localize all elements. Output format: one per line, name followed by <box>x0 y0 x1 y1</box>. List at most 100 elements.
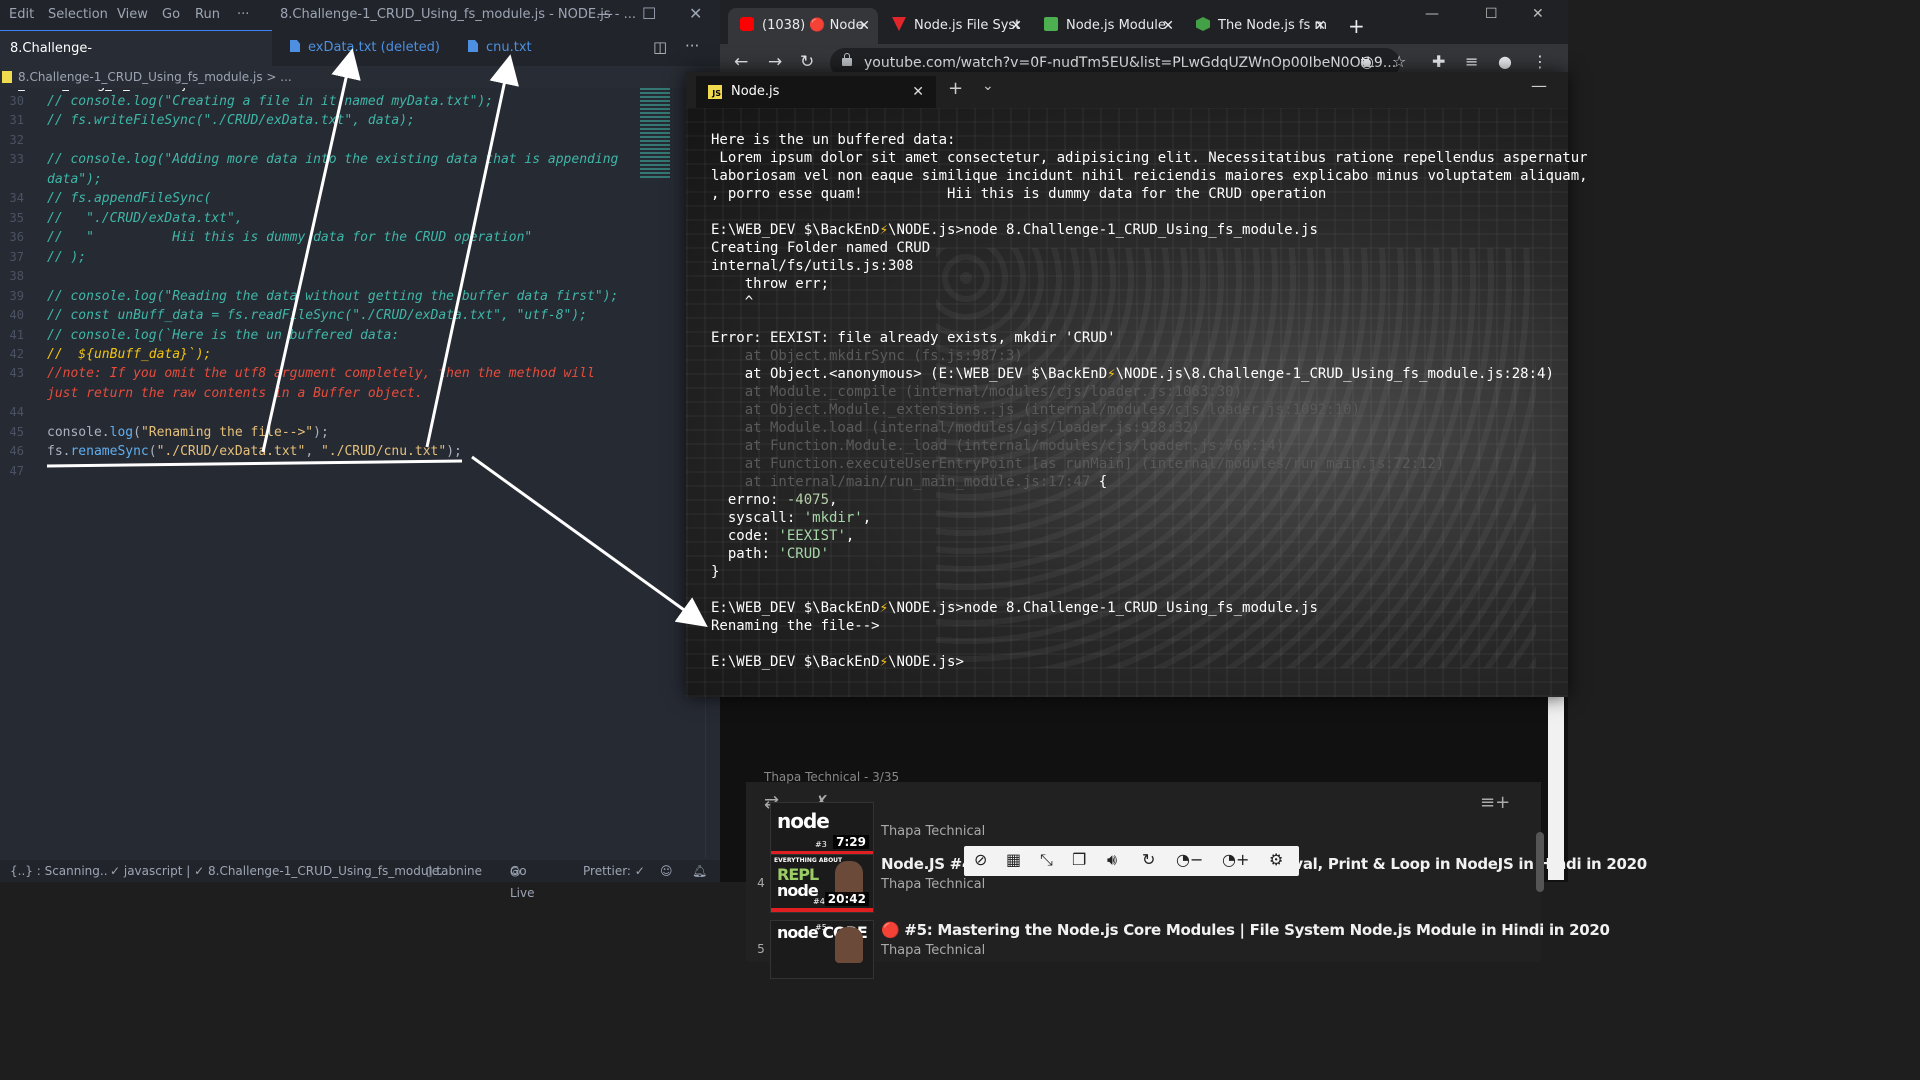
terminal-tab-label: Node.js <box>731 84 780 99</box>
terminal-line: E:\WEB_DEV $\BackEnD⚡\NODE.js> <box>711 654 964 670</box>
tab-exdata[interactable]: exData.txt (deleted) <box>280 30 450 66</box>
page-scrollbar[interactable] <box>1548 690 1564 880</box>
menu-run[interactable]: Run <box>195 7 220 22</box>
repeat-icon[interactable]: ↻ <box>1142 850 1155 869</box>
code-line[interactable]: // console.log("Reading the data without… <box>47 289 618 304</box>
code-line[interactable]: // fs.writeFileSync("./CRUD/exData.txt",… <box>47 113 415 128</box>
settings-icon[interactable]: ⚙ <box>1269 850 1283 869</box>
code-token: "./CRUD/exData.txt" <box>156 444 306 459</box>
breadcrumb-text[interactable]: 8.Challenge-1_CRUD_Using_fs_module.js > … <box>18 70 292 84</box>
code-line[interactable]: // fs.appendFileSync( <box>47 191 211 206</box>
speed-down-icon[interactable]: ◔− <box>1176 850 1203 869</box>
tab-main-js[interactable]: 8.Challenge-1_CRUD_Using_fs_module.js ✕ <box>0 30 272 92</box>
volume-icon[interactable]: 🔊︎ <box>1107 850 1117 870</box>
status-language[interactable]: ✓ javascript | ✓ 8.Challenge-1_CRUD_Usin… <box>110 860 443 882</box>
terminal-line: E:\WEB_DEV $\BackEnD⚡\NODE.js>node 8.Cha… <box>711 222 1318 238</box>
code-line[interactable]: data"); <box>47 172 102 187</box>
code-line[interactable]: // console.log(`Here is the un buffered … <box>47 328 399 343</box>
save-playlist-icon[interactable]: ≡+ <box>1480 792 1510 813</box>
item-index: 4 <box>757 876 765 890</box>
menu-selection[interactable]: Selection <box>48 7 108 22</box>
chrome-tab-4[interactable]: The Node.js fs m ✕ <box>1184 8 1334 44</box>
code-token: . <box>101 425 110 440</box>
list-item[interactable]: 5 node CORE #5 🔴 #5: Mastering the Node.… <box>746 920 1610 979</box>
code-line[interactable]: // " Hii this is dummy data for the CRUD… <box>47 230 532 245</box>
avatar[interactable]: ● <box>1498 52 1512 71</box>
code-editor[interactable]: 30 // console.log("Creating a file in it … <box>0 94 640 854</box>
kebab-menu-icon[interactable]: ⋮ <box>1532 52 1548 71</box>
video-thumbnail[interactable]: EVERYTHING ABOUT REPL node #4 20:42 <box>770 854 874 913</box>
speed-up-icon[interactable]: ◔+ <box>1222 850 1249 869</box>
tab-cnu[interactable]: cnu.txt <box>458 30 568 66</box>
menu-more[interactable]: ··· <box>237 7 249 22</box>
playlist-scrollbar[interactable] <box>1536 832 1544 892</box>
copy-icon[interactable]: ❐ <box>1072 850 1086 869</box>
tab-close-icon[interactable]: ✕ <box>858 8 870 44</box>
maximize-icon[interactable]: ☐ <box>642 4 656 23</box>
code-line[interactable]: just return the raw contents in a Buffer… <box>47 386 423 401</box>
minimize-icon[interactable]: — <box>1425 6 1439 22</box>
tab-close-icon[interactable]: ✕ <box>912 76 924 108</box>
split-editor-icon[interactable]: ◫ <box>653 38 667 56</box>
tab-close-icon[interactable]: ✕ <box>1010 8 1022 44</box>
eye-off-icon[interactable]: ◉ <box>1360 52 1374 71</box>
terminal-line: Creating Folder named CRUD <box>711 240 931 256</box>
tab-close-icon[interactable]: ✕ <box>1162 8 1174 44</box>
channel-name[interactable]: Thapa Technical <box>881 824 985 839</box>
menu-view[interactable]: View <box>117 7 148 22</box>
close-icon[interactable]: ✕ <box>1532 6 1544 22</box>
code-line[interactable]: //note: If you omit the utf8 argument co… <box>47 366 595 381</box>
chrome-tab-3[interactable]: Node.js Module ✕ <box>1032 8 1182 44</box>
more-actions-icon[interactable]: ··· <box>685 37 699 55</box>
code-line[interactable]: fs.renameSync("./CRUD/exData.txt", "./CR… <box>47 444 462 459</box>
menu-go[interactable]: Go <box>162 7 180 22</box>
code-line[interactable]: // ); <box>47 250 86 265</box>
video-thumbnail[interactable]: node CORE #5 <box>770 920 874 979</box>
new-tab-button[interactable]: + <box>1348 14 1365 38</box>
channel-name[interactable]: Thapa Technical <box>881 943 985 958</box>
maximize-icon[interactable]: ☐ <box>1485 6 1498 22</box>
star-icon[interactable]: ☆ <box>1392 52 1406 71</box>
code-line[interactable]: console.log("Renaming the file-->"); <box>47 425 329 440</box>
status-tabnine[interactable]: ▯ tabnine <box>426 860 482 882</box>
code-line[interactable]: // ${unBuff_data}`); <box>47 347 211 362</box>
code-line[interactable]: // console.log("Adding more data into th… <box>47 152 618 167</box>
thumb-top-text: EVERYTHING ABOUT <box>774 857 843 864</box>
extensions-icon[interactable]: ✚ <box>1432 52 1445 71</box>
terminal-tab-nodejs[interactable]: JS Node.js ✕ <box>696 76 936 108</box>
code-line[interactable]: // "./CRUD/exData.txt", <box>47 211 243 226</box>
chrome-tab-youtube[interactable]: (1038) 🔴 Node ✕ <box>728 8 878 44</box>
chrome-tab-2[interactable]: Node.js File Syst ✕ <box>880 8 1030 44</box>
reading-list-icon[interactable]: ≡ <box>1465 52 1478 71</box>
minimap[interactable] <box>640 88 670 178</box>
line-number: 39 <box>9 289 24 303</box>
back-icon[interactable]: ← <box>734 52 748 72</box>
minimize-icon[interactable]: — <box>597 4 613 23</box>
menu-edit[interactable]: Edit <box>9 7 34 22</box>
bell-icon[interactable]: 🔔︎ <box>692 860 707 882</box>
close-icon[interactable]: ✕ <box>689 4 702 23</box>
code-token: , <box>305 444 321 459</box>
chevron-down-icon[interactable]: ⌄ <box>982 78 994 94</box>
disable-icon[interactable]: ⊘ <box>974 850 987 869</box>
new-terminal-tab-button[interactable]: + <box>948 78 963 99</box>
terminal-line: at internal/main/run_main_module.js:17:4… <box>711 474 1108 490</box>
episode-badge: #4 <box>813 897 825 906</box>
status-prettier[interactable]: Prettier: ✓ <box>583 860 645 882</box>
forward-icon[interactable]: → <box>768 52 782 72</box>
shrink-icon[interactable]: ⤡ <box>1040 850 1053 870</box>
channel-name[interactable]: Thapa Technical <box>881 877 985 892</box>
window-title: 8.Challenge-1_CRUD_Using_fs_module.js - … <box>280 7 636 22</box>
status-scanning[interactable]: {..} : Scanning.. <box>10 860 108 882</box>
lock-icon <box>842 53 852 66</box>
film-icon[interactable]: ▦ <box>1006 850 1021 869</box>
code-line[interactable]: // console.log("Creating a file in it na… <box>47 94 493 109</box>
video-thumbnail[interactable]: node 7:29 #3 <box>770 802 874 856</box>
tab-close-icon[interactable]: ✕ <box>1314 8 1326 44</box>
feedback-icon[interactable]: ☺ <box>660 860 673 882</box>
minimize-icon[interactable]: — <box>1531 76 1547 95</box>
episode-badge: #3 <box>815 840 827 849</box>
video-title[interactable]: 🔴 #5: Mastering the Node.js Core Modules… <box>881 921 1610 939</box>
reload-icon[interactable]: ↻ <box>800 52 814 72</box>
code-line[interactable]: // const unBuff_data = fs.readFileSync("… <box>47 308 587 323</box>
